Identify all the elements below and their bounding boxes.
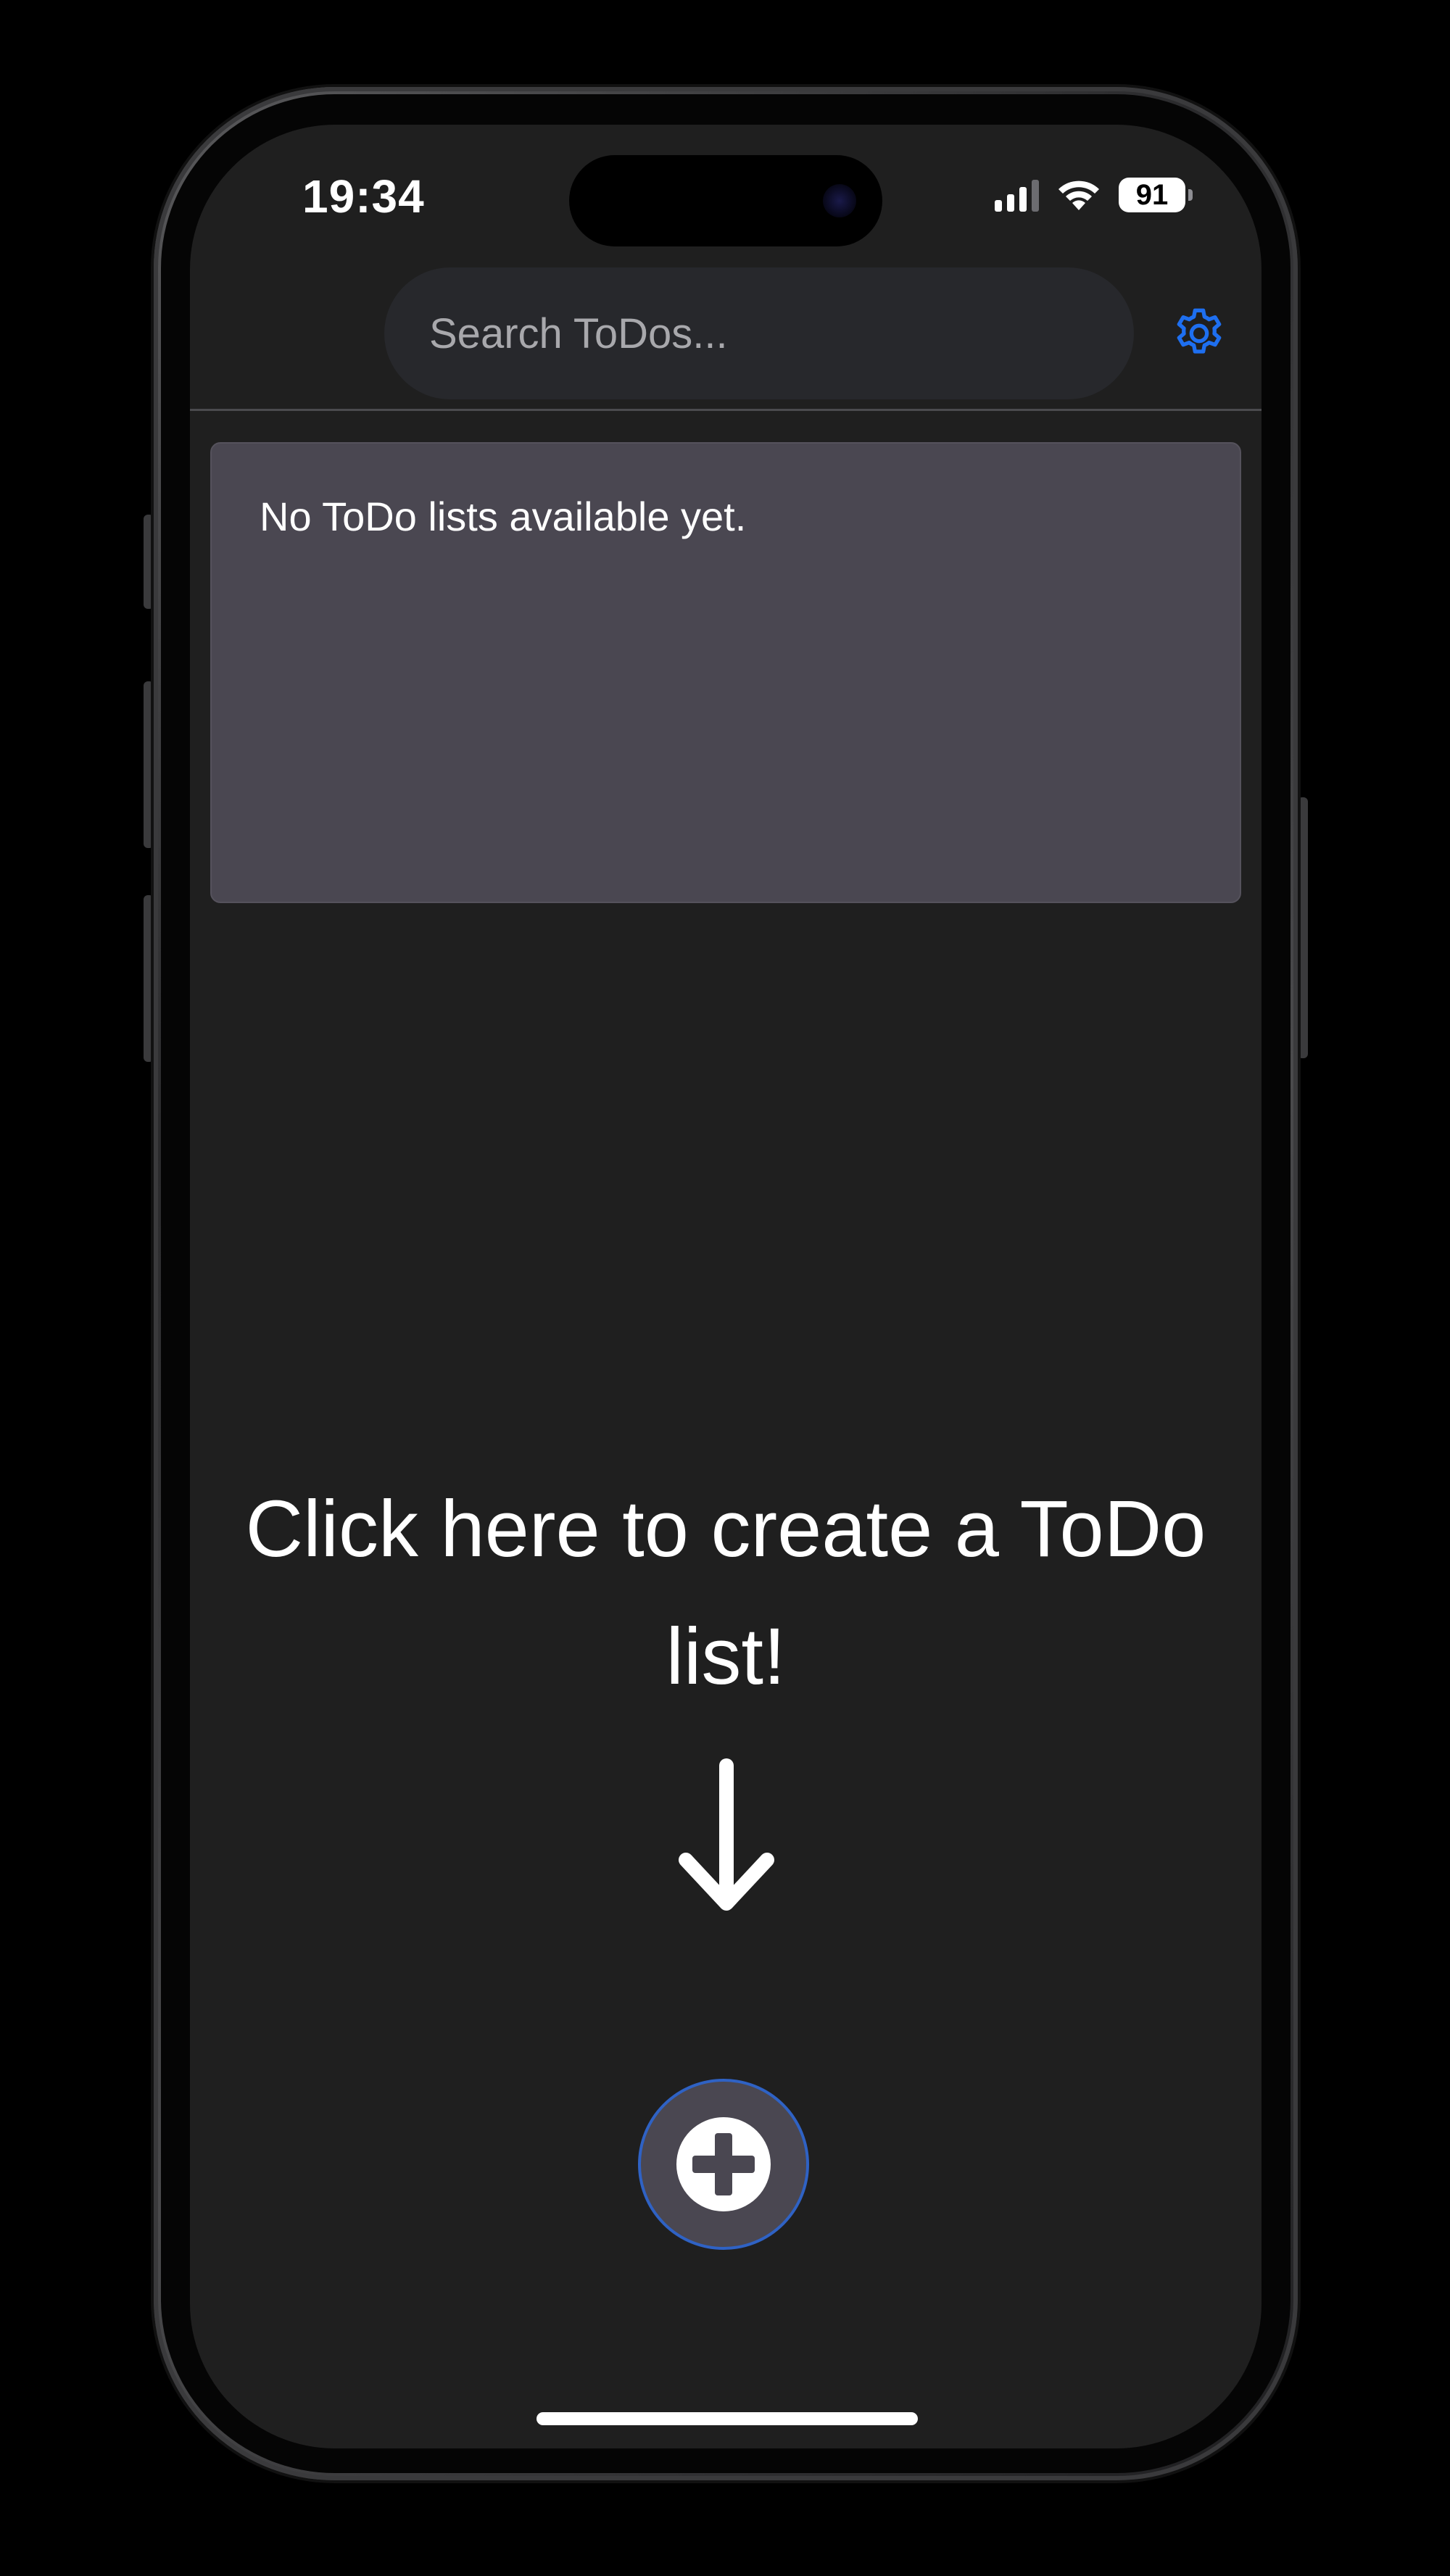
dynamic-island <box>569 155 882 246</box>
power-button <box>1298 797 1308 1058</box>
app-screen: 19:34 91 Search ToDos... No ToDo lists a… <box>190 125 1262 2448</box>
create-prompt: Click here to create a ToDo list! <box>245 1484 1206 1701</box>
add-todo-list-button[interactable] <box>638 2079 809 2250</box>
wifi-icon <box>1058 180 1099 210</box>
home-indicator[interactable] <box>536 2412 918 2425</box>
arrow-down-icon <box>679 1758 774 1911</box>
cellular-signal-icon <box>995 178 1039 212</box>
empty-state-message: No ToDo lists available yet. <box>260 494 747 539</box>
camera-icon <box>823 184 856 217</box>
gear-icon <box>1177 308 1222 354</box>
todo-list-card: No ToDo lists available yet. <box>210 442 1241 903</box>
header-divider <box>190 409 1262 411</box>
status-time: 19:34 <box>302 170 425 223</box>
plus-circle-icon <box>676 2117 771 2211</box>
search-input[interactable] <box>428 308 1134 359</box>
settings-button[interactable] <box>1169 303 1230 364</box>
action-button <box>144 515 154 609</box>
battery-indicator: 91 <box>1119 178 1193 212</box>
volume-up-button <box>144 681 154 848</box>
canvas: 19:34 91 Search ToDos... No ToDo lists a… <box>0 0 1450 2576</box>
volume-down-button <box>144 895 154 1062</box>
status-icons: 91 <box>995 177 1193 213</box>
search-bar[interactable] <box>384 267 1134 399</box>
